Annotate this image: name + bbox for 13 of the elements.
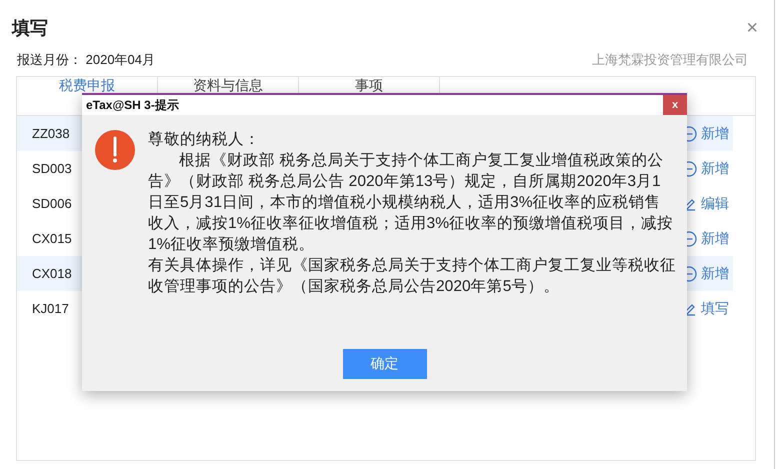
row-code: CX018 [32, 266, 72, 281]
greeting-text: 尊敬的纳税人： [148, 130, 261, 150]
row-code: SD003 [32, 161, 72, 176]
dialog-title: eTax@SH 3-提示 [86, 96, 179, 114]
message-paragraph: 根据《财政部 税务总局关于支持个体工商户复工复业增值税政策的公告》（财政部 税务总局公告 2020年第13号）规定，自所属期2020年3月1日至5月31日间，本市的增值税小规模纳税人，适用3%征收率的应税销售收入，减按1%征收率征收增值税；适用3%征收率的预缴增值税项目，减按1%征收率预缴增值税。 [148, 151, 674, 255]
message-paragraph: 有关具体操作，详见《国家税务总局关于支持个体工商户复工复业等税收征收管理事项的公告》（国家税务总局公告2020年第5号）。 [148, 256, 676, 297]
row-code: SD006 [32, 196, 72, 211]
row-code: KJ017 [32, 301, 69, 316]
company-name: 上海梵霖投资管理有限公司 [592, 51, 748, 69]
row-code: CX015 [32, 231, 72, 246]
row-code: ZZ038 [32, 126, 70, 141]
window-title: 填写 [12, 17, 48, 40]
report-month: 报送月份： 2020年04月 [17, 51, 156, 69]
